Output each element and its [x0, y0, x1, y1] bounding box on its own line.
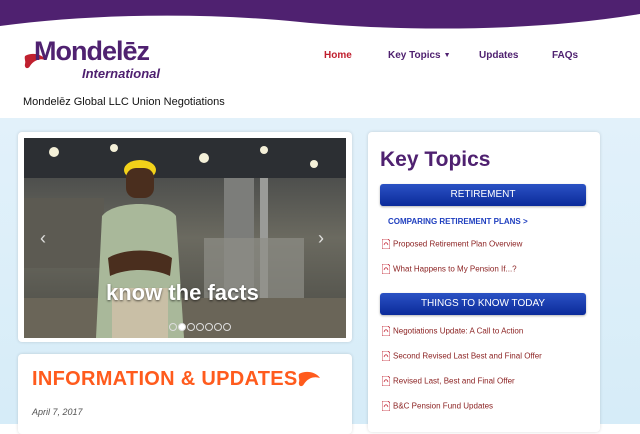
- nav-key-topics[interactable]: Key Topics ▼: [388, 50, 451, 61]
- doc-link-label: What Happens to My Pension If...?: [393, 264, 517, 274]
- header-wave: [0, 0, 640, 29]
- doc-link-label: Revised Last, Best and Final Offer: [393, 376, 515, 386]
- logo-subtitle: International: [82, 66, 161, 81]
- slider-dot[interactable]: [178, 322, 186, 331]
- hero-slider: know the facts ‹ ›: [18, 132, 352, 342]
- doc-link-label: Second Revised Last Best and Final Offer: [393, 351, 542, 361]
- slider-dot[interactable]: [187, 322, 195, 331]
- slider-dot[interactable]: [214, 322, 222, 331]
- nav-faqs[interactable]: FAQs: [552, 50, 578, 61]
- doc-link[interactable]: B&C Pension Fund Updates: [382, 401, 493, 411]
- pdf-icon: [382, 401, 390, 411]
- slider-dot[interactable]: [169, 322, 177, 331]
- doc-link-label: B&C Pension Fund Updates: [393, 401, 494, 411]
- pdf-icon: [382, 376, 390, 386]
- key-topics-title: Key Topics: [380, 148, 491, 171]
- nav-updates[interactable]: Updates: [479, 50, 518, 61]
- slide-caption: know the facts: [106, 280, 259, 305]
- warehouse-photo: [24, 138, 346, 338]
- doc-link-label: Proposed Retirement Plan Overview: [393, 239, 523, 249]
- nav-key-topics-label: Key Topics: [388, 50, 441, 61]
- slide-image[interactable]: know the facts ‹ ›: [24, 138, 346, 338]
- slider-dots: [169, 318, 232, 331]
- chevron-left-icon[interactable]: ‹: [40, 228, 46, 249]
- slider-dot[interactable]: [205, 322, 213, 331]
- info-title: INFORMATION & UPDATES: [32, 368, 298, 390]
- pdf-icon: [382, 264, 390, 274]
- key-topics-panel: Key Topics RETIREMENT COMPARING RETIREME…: [368, 132, 600, 432]
- orange-swoosh-icon: [298, 371, 320, 387]
- slider-dot[interactable]: [223, 322, 231, 331]
- caret-down-icon: ▼: [443, 51, 451, 59]
- pdf-icon: [382, 326, 390, 336]
- doc-link[interactable]: Proposed Retirement Plan Overview: [382, 239, 522, 249]
- slider-dot[interactable]: [196, 322, 204, 331]
- things-to-know-header[interactable]: THINGS TO KNOW TODAY: [380, 293, 586, 315]
- doc-link[interactable]: Negotiations Update: A Call to Action: [382, 326, 523, 336]
- doc-link[interactable]: Second Revised Last Best and Final Offer: [382, 351, 542, 361]
- main-nav: Home Key Topics ▼ Updates FAQs: [0, 50, 640, 66]
- comparing-plans-link[interactable]: COMPARING RETIREMENT PLANS >: [388, 217, 528, 226]
- doc-link[interactable]: Revised Last, Best and Final Offer: [382, 376, 515, 386]
- chevron-right-icon[interactable]: ›: [318, 228, 324, 249]
- site-subtitle: Mondelēz Global LLC Union Negotiations: [23, 96, 225, 108]
- pdf-icon: [382, 351, 390, 361]
- doc-link-label: Negotiations Update: A Call to Action: [393, 326, 524, 336]
- post-date: April 7, 2017: [32, 407, 83, 417]
- pdf-icon: [382, 239, 390, 249]
- retirement-header[interactable]: RETIREMENT: [380, 184, 586, 206]
- info-updates-panel: INFORMATION & UPDATES April 7, 2017: [18, 354, 352, 434]
- doc-link[interactable]: What Happens to My Pension If...?: [382, 264, 517, 274]
- nav-home[interactable]: Home: [324, 50, 352, 61]
